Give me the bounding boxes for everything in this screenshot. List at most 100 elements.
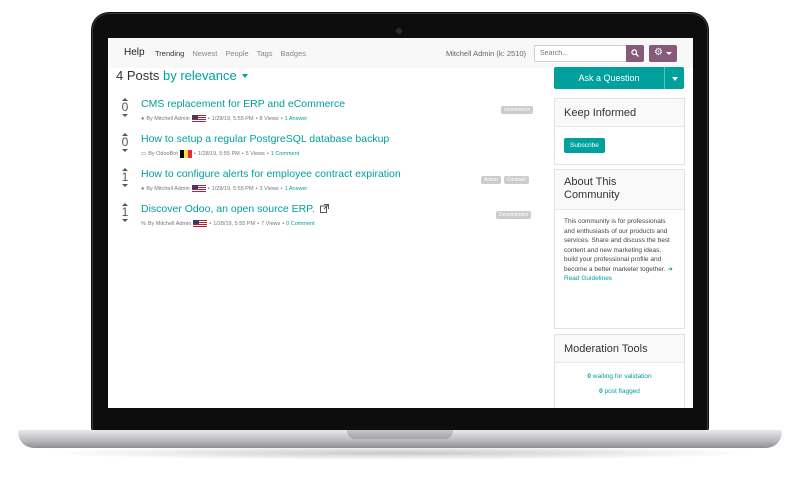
post-meta: ● By Mitchell Admin • 1/28/19, 5:55 PM •… (141, 185, 308, 193)
be-flag-icon (179, 150, 192, 158)
user-menu[interactable]: Mitchell Admin (k: 2510) (446, 49, 526, 58)
post-title[interactable]: Discover Odoo, an open source ERP. (141, 203, 329, 215)
keep-informed-title: Keep Informed (555, 99, 684, 127)
post-title[interactable]: How to configure alerts for employee con… (141, 168, 401, 180)
scene: Help Trending Newest People Tags Badges … (0, 0, 800, 480)
us-flag-icon (191, 185, 206, 193)
post-meta: % By Mitchell Admin • 1/28/19, 5:55 PM •… (141, 220, 315, 228)
keep-informed-card: Keep Informed Subscribe (554, 98, 685, 165)
settings-button[interactable]: ⚙ (649, 45, 677, 62)
search-icon (631, 49, 639, 57)
about-text: This community is for professionals and … (555, 210, 684, 291)
screen: Help Trending Newest People Tags Badges … (108, 38, 693, 408)
gear-icon: ⚙ (654, 47, 663, 58)
tag-badge[interactable]: Development (496, 211, 532, 219)
vote-count: 0 (121, 135, 129, 149)
flagged-count: 0 (599, 388, 603, 395)
post-date: 1/28/19, 5:55 PM (213, 221, 256, 227)
waiting-validation-link[interactable]: 0 waiting for validation (555, 373, 684, 380)
chevron-down-icon[interactable] (672, 77, 678, 81)
post-answers[interactable]: 1 Answer (285, 186, 308, 192)
chevron-down-icon (666, 52, 672, 55)
moderation-card: Moderation Tools 0 waiting for validatio… (554, 334, 685, 408)
vote-count: 1 (121, 170, 129, 184)
vote-count: 0 (121, 100, 129, 114)
post-tags: Development (496, 211, 532, 219)
post-date: 1/28/19, 5:55 PM (197, 151, 240, 157)
nav-badges[interactable]: Badges (281, 49, 306, 58)
vote-widget: 0 (120, 98, 130, 117)
read-guidelines-label: Read Guidelines (564, 275, 613, 282)
camera-icon (396, 28, 402, 34)
search-button[interactable] (626, 45, 644, 62)
post-meta: ● By Mitchell Admin • 1/28/19, 5:55 PM •… (141, 115, 308, 123)
post-item: 1 How to configure alerts for employee c… (108, 168, 548, 202)
caret-down-icon (241, 74, 248, 78)
external-link-icon (319, 204, 329, 213)
nav-tags[interactable]: Tags (257, 49, 273, 58)
post-author[interactable]: By Mitchell Admin (146, 116, 189, 122)
nav-newest[interactable]: Newest (192, 49, 217, 58)
user-icon: ● (141, 116, 145, 122)
flagged-label: post flagged (604, 388, 640, 395)
flagged-link[interactable]: 0 post flagged (555, 388, 684, 395)
downvote-icon[interactable] (122, 114, 128, 117)
about-description: This community is for professionals and … (564, 218, 670, 273)
about-card: About This Community This community is f… (554, 169, 685, 329)
post-author[interactable]: By Mitchell Admin (148, 221, 191, 227)
tag-badge[interactable]: ecommerce (501, 106, 534, 114)
post-views: 7 Views (261, 221, 281, 227)
nav-trending[interactable]: Trending (155, 49, 184, 58)
post-count: 4 Posts (116, 68, 160, 83)
tag-badge[interactable]: Action (481, 176, 501, 184)
about-title: About This Community (555, 170, 684, 210)
post-answers[interactable]: 1 Comment (271, 151, 299, 157)
tag-badge[interactable]: Contract (503, 176, 529, 184)
waiting-count: 0 (587, 373, 591, 380)
downvote-icon[interactable] (122, 219, 128, 222)
post-item: 0 How to setup a regular PostgreSQL data… (108, 133, 548, 167)
us-flag-icon (193, 220, 208, 228)
ask-question-label: Ask a Question (578, 73, 640, 83)
sort-dropdown[interactable]: by relevance (163, 68, 248, 83)
downvote-icon[interactable] (122, 149, 128, 152)
page-title: 4 Posts by relevance (116, 68, 248, 83)
vote-count: 1 (121, 205, 129, 219)
comment-icon: ▭ (141, 151, 147, 157)
post-author[interactable]: By Mitchell Admin (146, 186, 189, 192)
nav-links: Trending Newest People Tags Badges (155, 49, 306, 58)
post-date: 1/28/19, 5:55 PM (211, 116, 254, 122)
post-item: 1 Discover Odoo, an open source ERP. % B… (108, 203, 548, 237)
ask-question-button[interactable]: Ask a Question (554, 67, 684, 89)
vote-widget: 1 (120, 203, 130, 222)
laptop-shadow (40, 446, 760, 460)
vote-widget: 0 (120, 133, 130, 152)
laptop-notch (347, 430, 453, 439)
us-flag-icon (191, 115, 206, 123)
nav-people[interactable]: People (225, 49, 248, 58)
post-item: 0 CMS replacement for ERP and eCommerce … (108, 98, 548, 132)
post-views: 3 Views (259, 186, 279, 192)
link-icon: % (141, 221, 146, 227)
subscribe-button[interactable]: Subscribe (564, 138, 605, 153)
post-answers[interactable]: 1 Answer (285, 116, 308, 122)
post-answers[interactable]: 0 Comment (286, 221, 314, 227)
post-tags: ecommerce (501, 106, 534, 114)
post-views: 5 Views (245, 151, 265, 157)
sort-label: by relevance (162, 68, 237, 83)
post-title-text: Discover Odoo, an open source ERP. (141, 203, 315, 215)
post-title[interactable]: How to setup a regular PostgreSQL databa… (141, 133, 389, 145)
post-tags: Action Contract (481, 176, 529, 184)
post-author[interactable]: By OdooBot (148, 151, 178, 157)
post-meta: ▭ By OdooBot • 1/28/19, 5:55 PM • 5 View… (141, 150, 300, 158)
user-icon: ● (141, 186, 145, 192)
vote-widget: 1 (120, 168, 130, 187)
post-title[interactable]: CMS replacement for ERP and eCommerce (141, 98, 345, 110)
downvote-icon[interactable] (122, 184, 128, 187)
brand-title[interactable]: Help (124, 47, 145, 58)
waiting-label: waiting for validation (592, 373, 652, 380)
top-navbar: Help Trending Newest People Tags Badges … (108, 38, 693, 68)
post-views: 8 Views (259, 116, 279, 122)
post-date: 1/28/19, 5:55 PM (211, 186, 254, 192)
search-input[interactable] (534, 45, 626, 62)
